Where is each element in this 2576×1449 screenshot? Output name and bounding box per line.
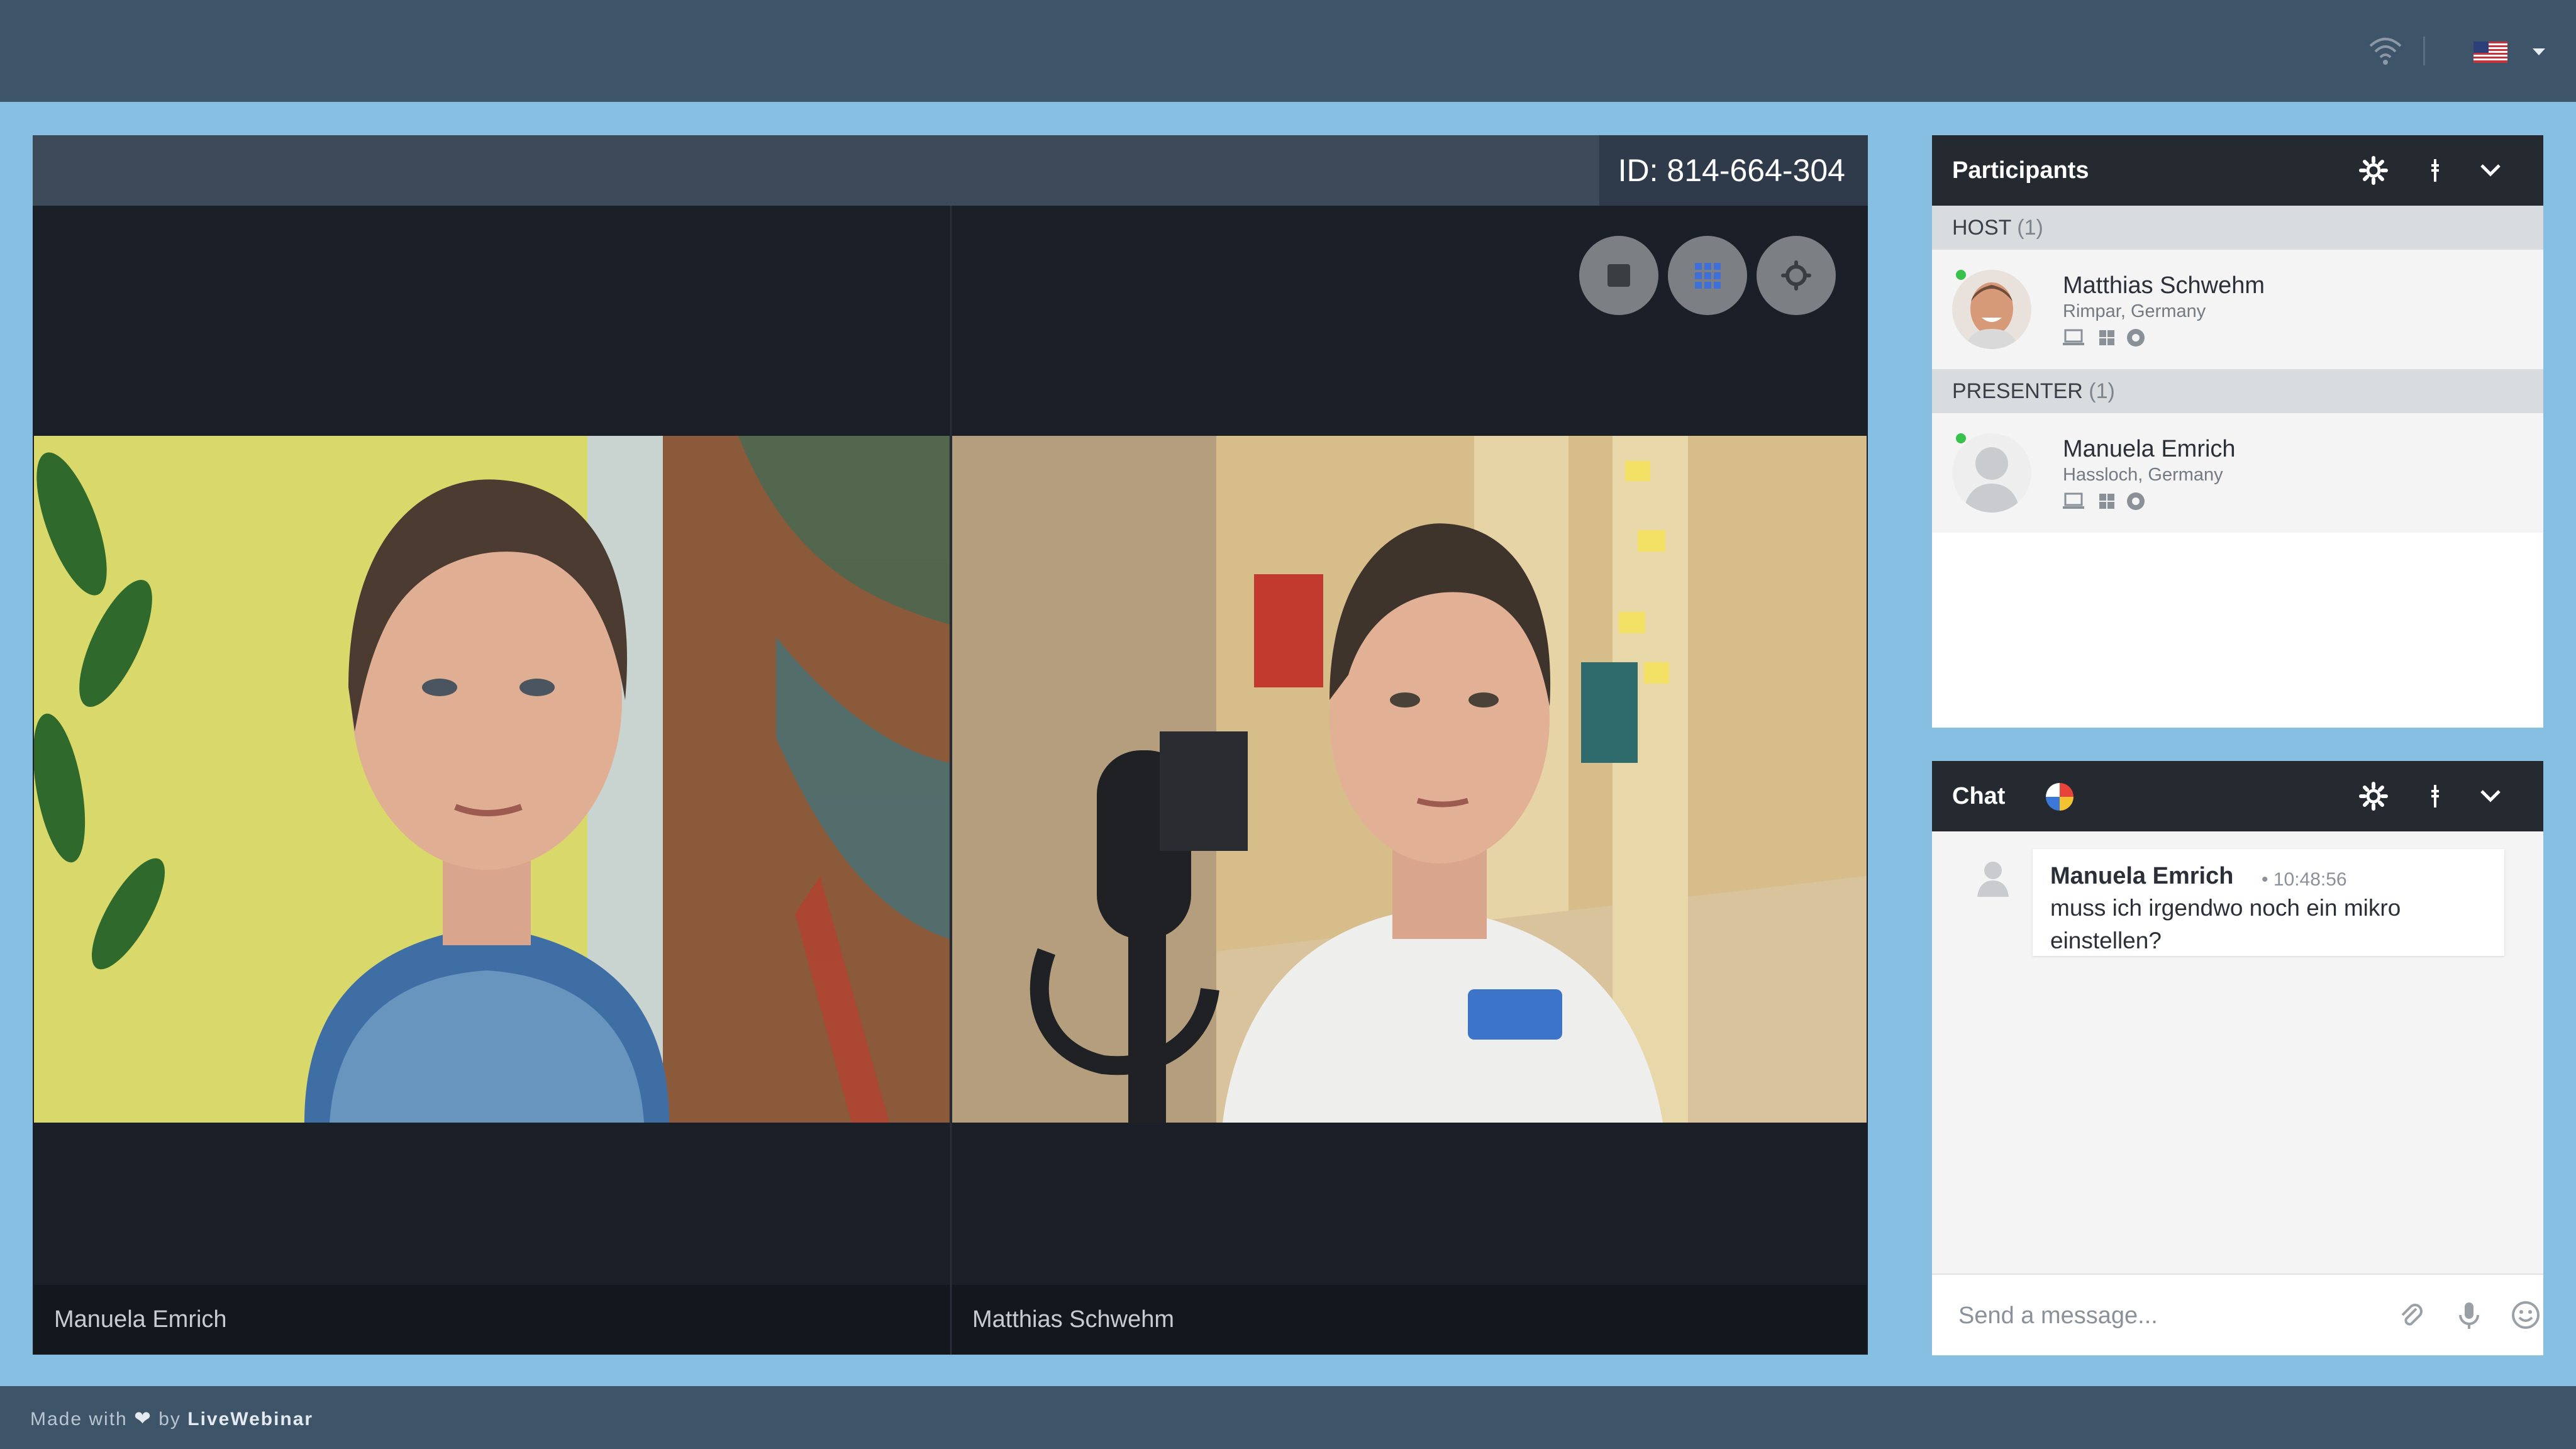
group-label: PRESENTER (1)	[1952, 379, 2115, 404]
online-status-dot	[1956, 270, 1966, 280]
participant-video-image	[34, 436, 950, 1123]
top-bar-divider	[2423, 36, 2425, 65]
participant-video-image	[952, 436, 1867, 1123]
drag-handle-icon[interactable]	[2420, 155, 2450, 186]
group-header-presenter: PRESENTER (1)	[1932, 369, 2543, 413]
wifi-icon	[2369, 38, 2402, 65]
made-with-by: by	[158, 1409, 181, 1430]
chevron-down-icon[interactable]	[2475, 155, 2506, 186]
online-status-dot	[1956, 433, 1966, 443]
chat-composer	[1932, 1274, 2543, 1355]
meeting-id: ID: 814-664-304	[1599, 135, 1868, 206]
participant-item[interactable]: Manuela Emrich Hassloch, Germany	[1932, 413, 2543, 533]
message-author: Manuela Emrich	[2050, 863, 2234, 889]
made-with-text: Made with	[30, 1409, 128, 1430]
chat-message: Manuela Emrich • 10:48:56 muss ich irgen…	[2033, 849, 2504, 956]
emoji-icon[interactable]	[2509, 1299, 2542, 1331]
video-tile-right[interactable]	[952, 436, 1867, 1123]
group-label: HOST (1)	[1952, 216, 2043, 240]
settings-button[interactable]	[1757, 236, 1836, 315]
chat-panel: Chat Manuela Emrich • 10:48:56 muss ich …	[1932, 761, 2543, 1355]
grid-layout-button[interactable]	[1668, 236, 1747, 315]
group-count: (1)	[2089, 379, 2115, 403]
message-time-value: 10:48:56	[2273, 869, 2347, 890]
chrome-icon	[2127, 492, 2145, 510]
chat-title: Chat	[1952, 783, 2006, 809]
chrome-icon	[2127, 329, 2145, 347]
translate-icon[interactable]	[2044, 781, 2075, 813]
participants-header: Participants	[1932, 135, 2543, 206]
made-with-footer: Made with ❤ by LiveWebinar	[30, 1406, 313, 1430]
heart-icon: ❤	[134, 1407, 152, 1430]
group-header-host: HOST (1)	[1932, 206, 2543, 250]
chat-message-input[interactable]	[1957, 1297, 2362, 1334]
video-tile-left[interactable]	[34, 436, 950, 1123]
laptop-icon	[2063, 329, 2084, 345]
drag-handle-icon[interactable]	[2420, 781, 2450, 811]
windows-icon	[2099, 494, 2114, 509]
group-label-text: HOST	[1952, 216, 2011, 240]
video-name-strip-left: Manuela Emrich	[34, 1285, 950, 1354]
stop-button[interactable]	[1579, 236, 1658, 315]
message-time: • 10:48:56	[2262, 869, 2347, 890]
chat-header: Chat	[1932, 761, 2543, 831]
participant-location: Rimpar, Germany	[2063, 301, 2206, 321]
gear-icon[interactable]	[2358, 155, 2389, 186]
user-avatar-icon	[1977, 862, 2009, 897]
laptop-icon	[2063, 492, 2084, 509]
video-participant-name: Matthias Schwehm	[972, 1306, 1175, 1333]
message-text: muss ich irgendwo noch ein mikro einstel…	[2050, 895, 2401, 953]
stop-icon	[1607, 264, 1630, 287]
participant-location: Hassloch, Germany	[2063, 465, 2223, 485]
group-label-text: PRESENTER	[1952, 379, 2083, 403]
brand-link[interactable]: LiveWebinar	[187, 1409, 313, 1430]
avatar	[1952, 433, 2031, 513]
participant-name: Manuela Emrich	[2063, 436, 2236, 462]
settings-icon	[1781, 260, 1811, 291]
microphone-icon[interactable]	[2453, 1299, 2485, 1331]
participant-name: Matthias Schwehm	[2063, 272, 2265, 299]
video-divider	[950, 206, 952, 1355]
us-flag-icon[interactable]	[2473, 42, 2507, 63]
stage-header: ID: 814-664-304	[33, 135, 1868, 206]
device-icons	[2063, 329, 2145, 347]
video-participant-name: Manuela Emrich	[54, 1306, 227, 1333]
avatar	[1952, 270, 2031, 349]
video-name-strip-right: Matthias Schwehm	[952, 1285, 1867, 1354]
windows-icon	[2099, 330, 2114, 345]
attachment-icon[interactable]	[2395, 1299, 2428, 1331]
gear-icon[interactable]	[2358, 781, 2389, 811]
grid-layout-icon	[1695, 263, 1721, 289]
group-count: (1)	[2017, 216, 2043, 240]
chevron-down-icon[interactable]	[2475, 781, 2506, 811]
device-icons	[2063, 492, 2145, 510]
caret-down-icon[interactable]	[2533, 48, 2545, 55]
footer-bar	[0, 1386, 2576, 1449]
participants-title: Participants	[1952, 157, 2089, 184]
participant-item[interactable]: Matthias Schwehm Rimpar, Germany	[1932, 250, 2543, 369]
participants-panel: Participants HOST (1) Matthias Schwehm R…	[1932, 135, 2543, 728]
top-bar	[0, 0, 2576, 102]
